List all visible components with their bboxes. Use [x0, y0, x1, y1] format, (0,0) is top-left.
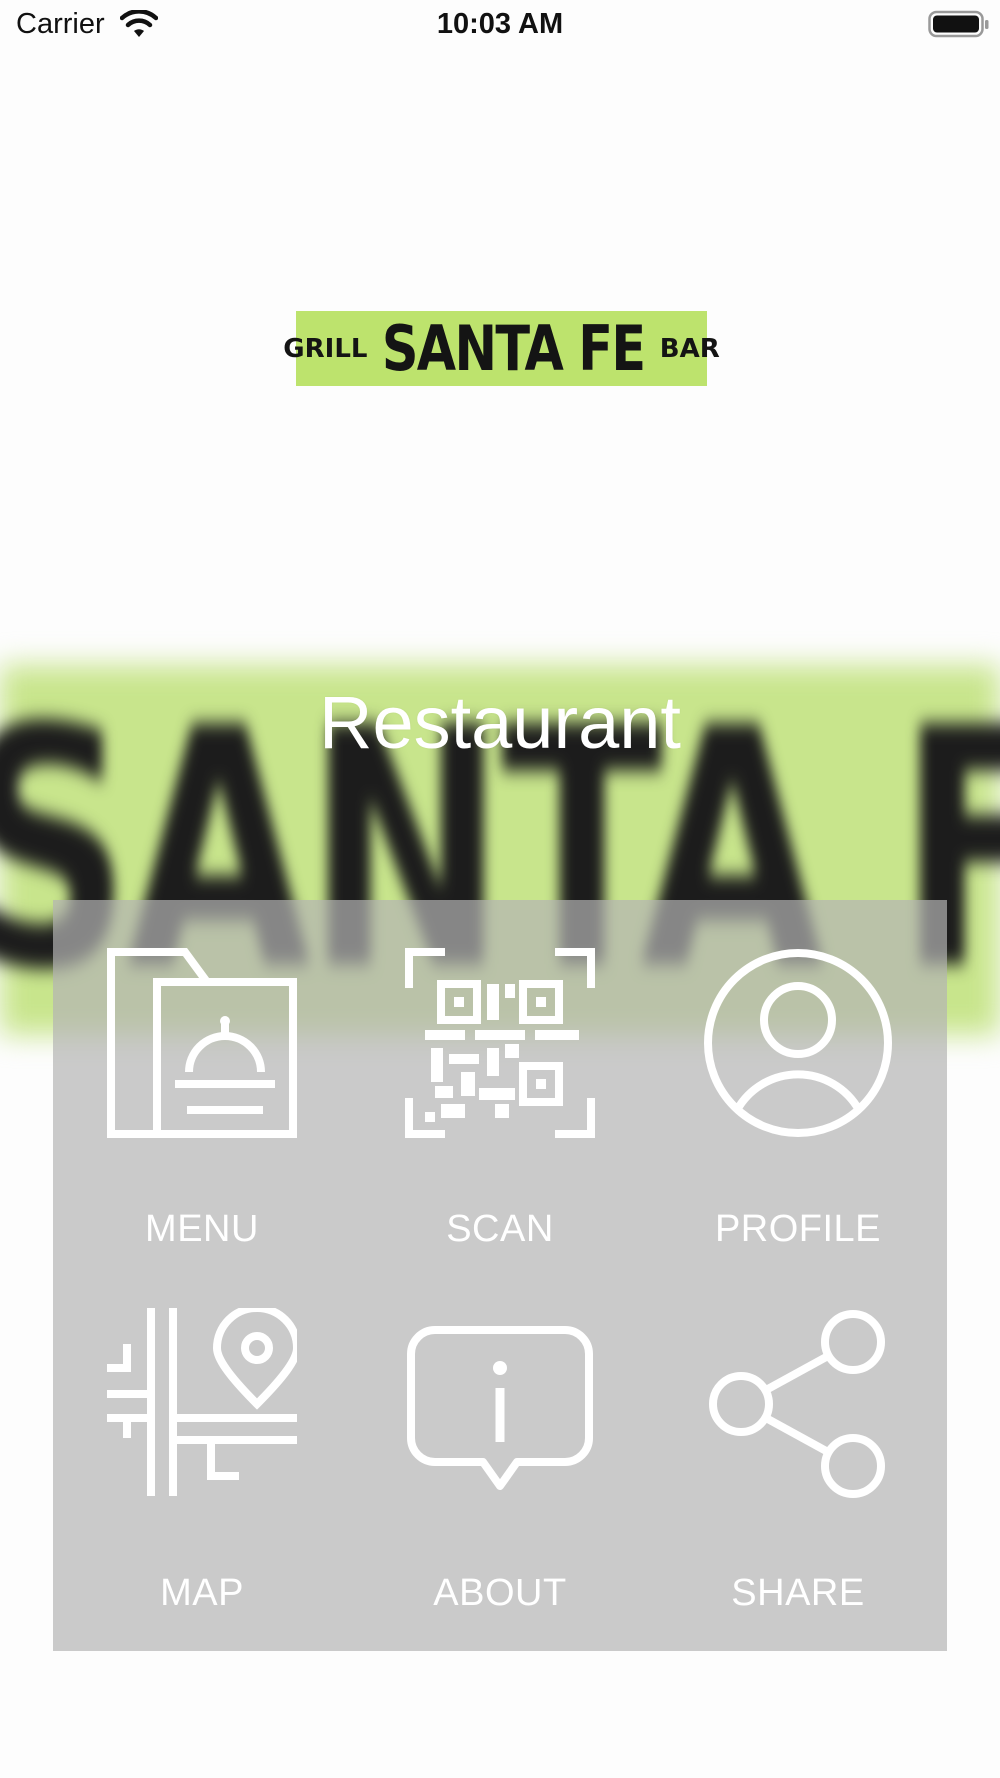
info-bubble-icon: [407, 1326, 593, 1490]
menu-tile[interactable]: MENU: [53, 900, 351, 1272]
share-icon: [709, 1310, 885, 1498]
logo-right-text: BAR: [659, 333, 720, 364]
map-tile[interactable]: MAP: [53, 1272, 351, 1644]
logo-left-text: GRILL: [283, 333, 368, 364]
about-tile[interactable]: ABOUT: [351, 1272, 649, 1644]
scan-tile[interactable]: SCAN: [351, 900, 649, 1272]
battery-icon: [928, 10, 990, 45]
clock: 10:03 AM: [436, 8, 564, 40]
scan-label: SCAN: [446, 1208, 554, 1250]
page-title: Restaurant: [319, 681, 681, 764]
menu-grid: MENU SCAN PROFILE MAP ABOUT SHARE: [53, 900, 947, 1651]
map-pin-icon: [107, 1308, 297, 1496]
share-label: SHARE: [731, 1572, 865, 1614]
qr-code-icon: [405, 948, 595, 1138]
profile-tile[interactable]: PROFILE: [649, 900, 947, 1272]
brand-logo: GRILL SANTA FE BAR: [283, 311, 720, 386]
profile-icon: [704, 949, 892, 1137]
logo-main-text: SANTA FE: [382, 312, 646, 385]
share-tile[interactable]: SHARE: [649, 1272, 947, 1644]
map-label: MAP: [160, 1572, 244, 1614]
profile-label: PROFILE: [714, 1208, 882, 1250]
status-bar: Carrier 10:03 AM: [0, 0, 1000, 52]
menu-label: MENU: [145, 1208, 259, 1250]
about-label: ABOUT: [433, 1572, 567, 1614]
menu-icon: [107, 948, 297, 1138]
